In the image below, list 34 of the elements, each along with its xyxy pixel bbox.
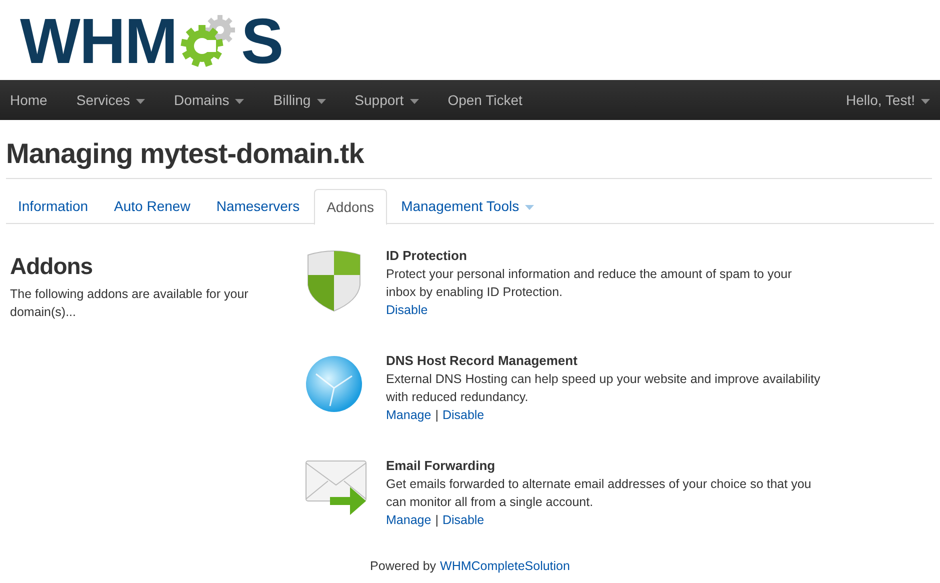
nav-link[interactable]: Billing [263,90,336,110]
addon-description: Get emails forwarded to alternate email addresses of your choice so that you can monitor all from a single account. [386,476,812,511]
addon-description: Protect your personal information and reduce the amount of spam to your inbox by enabling ID Protection. [386,266,793,301]
tab[interactable]: Information [6,189,100,224]
nav-link[interactable]: Home [0,90,58,110]
section-heading: Addons [10,252,94,280]
globe-icon [304,354,364,414]
nav-link[interactable]: Open Ticket [438,90,532,110]
addon-title: ID Protection [386,247,468,265]
tab[interactable]: Nameservers [204,189,312,224]
nav-link[interactable]: Services [66,90,156,110]
page-title: Managing mytest-domain.tk [6,120,932,179]
footer-text: Powered by [370,558,436,575]
tab[interactable]: Management Tools [389,189,546,224]
addon-action-link[interactable]: Disable [442,406,484,424]
addon-action-link[interactable]: Manage [386,511,432,529]
addon-title: DNS Host Record Management [386,352,578,370]
logo-text: WHM [20,9,177,73]
link-separator: | [435,512,438,529]
addon-action-link[interactable]: Disable [442,511,484,529]
link-separator: | [435,407,438,424]
addon-description: External DNS Hosting can help speed up your website and improve availability with reduced redundancy. [386,371,822,406]
nav-link[interactable]: Domains [164,90,254,110]
addon-title: Email Forwarding [386,457,496,475]
tab[interactable]: Auto Renew [102,189,202,224]
envelope-arrow-icon [304,459,368,517]
section-description: The following addons are available for your domain(s)... [10,286,250,321]
nav-link[interactable]: Support [344,90,429,110]
tab[interactable]: Addons [314,189,388,225]
addon-action-link[interactable]: Manage [386,406,432,424]
logo-text: S [240,9,284,73]
addon-action-link[interactable]: Disable [386,301,428,319]
footer-link[interactable]: WHMCompleteSolution [440,557,570,576]
user-menu[interactable]: Hello, Test! [846,90,940,110]
